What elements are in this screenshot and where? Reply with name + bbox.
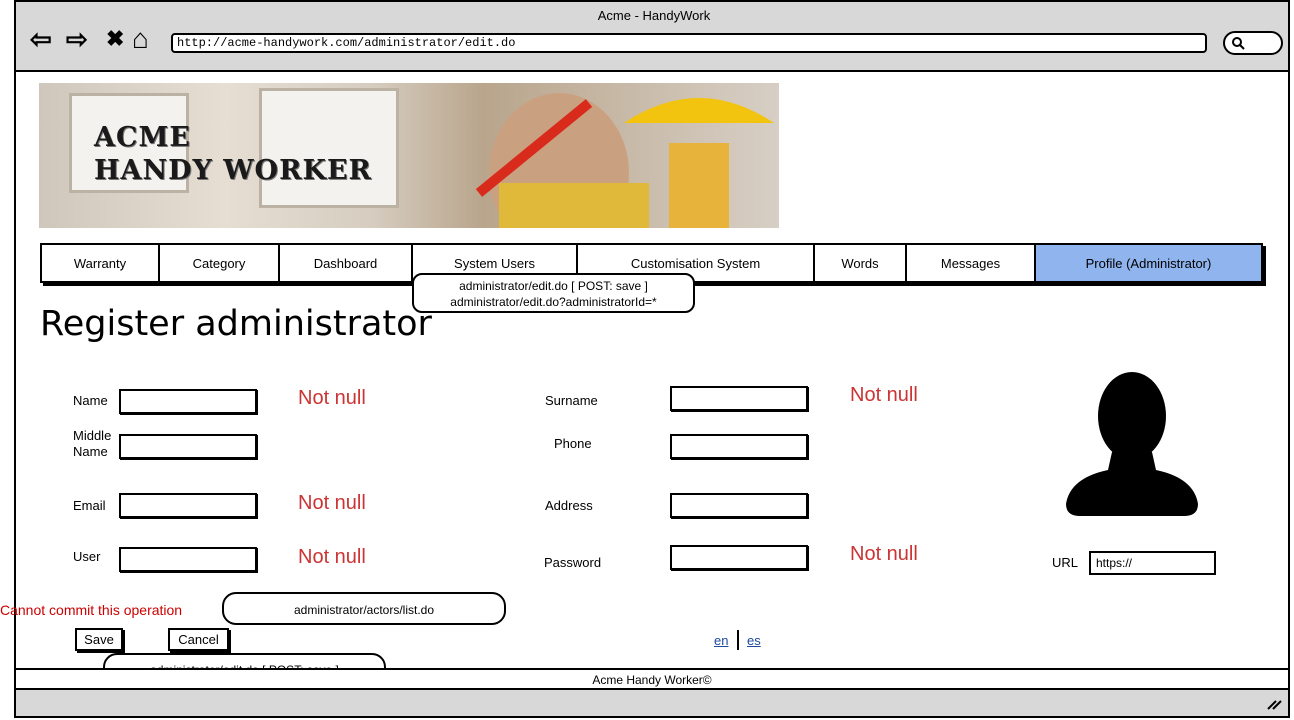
forward-icon[interactable]: ⇨ xyxy=(66,24,88,54)
tab-category[interactable]: Category xyxy=(160,245,280,281)
url-label: URL xyxy=(1052,555,1079,570)
middle-name-label: Middle Name xyxy=(73,428,112,459)
search-icon xyxy=(1232,37,1245,50)
tab-words[interactable]: Words xyxy=(815,245,907,281)
tab-warranty[interactable]: Warranty xyxy=(42,245,160,281)
password-field[interactable] xyxy=(670,545,808,570)
window-title: Acme - HandyWork xyxy=(597,8,711,23)
surname-label: Surname xyxy=(545,393,598,408)
cancel-button[interactable]: Cancel xyxy=(168,628,229,651)
name-field[interactable] xyxy=(119,389,257,414)
address-bar[interactable]: http://acme-handywork.com/administrator/… xyxy=(171,33,1207,53)
email-not-null: Not null xyxy=(298,492,366,514)
banner-image: ACME HANDY WORKER xyxy=(39,83,779,228)
user-field[interactable] xyxy=(119,547,257,572)
error-message: Cannot commit this operation xyxy=(0,602,183,618)
handyman-illustration xyxy=(475,93,774,228)
language-es-link[interactable]: es xyxy=(747,633,761,648)
resize-grip-icon[interactable] xyxy=(1266,698,1282,710)
surname-field[interactable] xyxy=(670,386,808,411)
avatar-placeholder-icon xyxy=(1066,372,1198,516)
tab-profile-administrator[interactable]: Profile (Administrator) xyxy=(1036,245,1261,281)
language-separator xyxy=(737,630,739,650)
phone-field[interactable] xyxy=(670,434,808,459)
surname-not-null: Not null xyxy=(850,384,918,406)
password-not-null: Not null xyxy=(850,543,918,565)
address-label: Address xyxy=(545,498,593,513)
banner-logo: ACME HANDY WORKER xyxy=(94,122,372,186)
name-not-null: Not null xyxy=(298,387,366,409)
edit-url-callout: administrator/edit.do [ POST: save ] adm… xyxy=(412,273,695,313)
stop-icon[interactable]: ✖ xyxy=(106,24,124,54)
middle-name-field[interactable] xyxy=(119,434,257,459)
browser-status-bar xyxy=(16,690,1288,716)
back-icon[interactable]: ⇦ xyxy=(30,24,52,54)
cancel-url-callout: administrator/actors/list.do xyxy=(222,592,506,625)
tab-messages[interactable]: Messages xyxy=(907,245,1036,281)
save-button[interactable]: Save xyxy=(75,628,123,651)
browser-search-box[interactable] xyxy=(1223,31,1283,55)
user-label: User xyxy=(73,549,101,564)
address-field[interactable] xyxy=(670,493,808,518)
email-label: Email xyxy=(73,498,106,513)
tab-dashboard[interactable]: Dashboard xyxy=(280,245,413,281)
language-en-link[interactable]: en xyxy=(714,633,728,648)
password-label: Password xyxy=(544,555,602,570)
name-label: Name xyxy=(73,393,108,408)
email-field[interactable] xyxy=(119,493,257,518)
user-not-null: Not null xyxy=(298,546,366,568)
page-title: Register administrator xyxy=(40,304,432,344)
browser-toolbar: Acme - HandyWork ⇦ ⇨ ✖ ⌂ http://acme-han… xyxy=(14,0,1290,72)
home-icon[interactable]: ⌂ xyxy=(132,24,149,54)
phone-label: Phone xyxy=(554,436,592,451)
photo-url-field[interactable]: https:// xyxy=(1089,551,1216,575)
page-footer: Acme Handy Worker© xyxy=(16,668,1288,690)
